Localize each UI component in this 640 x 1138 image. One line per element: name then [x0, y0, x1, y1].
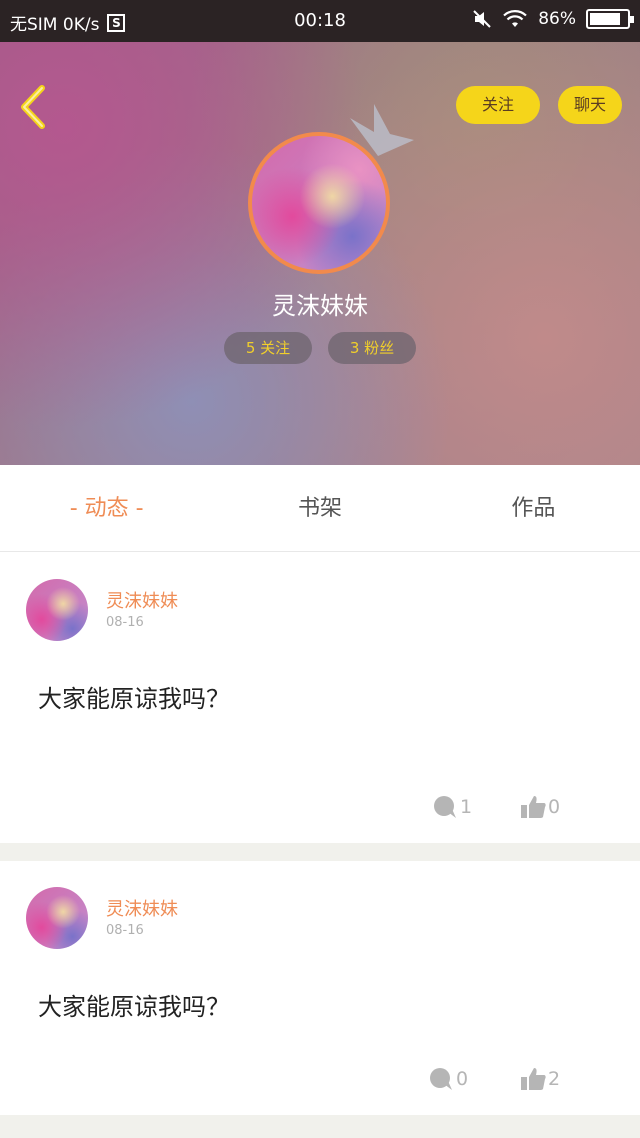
tab-bookshelf[interactable]: 书架	[213, 465, 426, 551]
thumbs-up-icon	[521, 796, 546, 818]
post-divider	[0, 1115, 640, 1138]
comment-button[interactable]: 0	[428, 1067, 468, 1091]
following-count[interactable]: 5 关注	[224, 332, 312, 364]
post-content: 大家能原谅我吗？	[38, 993, 230, 1021]
post-card[interactable]: 灵沫妹妹 08-16 大家能原谅我吗？ 1 0	[0, 553, 640, 843]
battery-percent: 86%	[538, 9, 576, 29]
mute-icon	[473, 10, 491, 28]
tab-works[interactable]: 作品	[427, 465, 640, 551]
chat-button[interactable]: 聊天	[558, 86, 622, 124]
comment-count: 0	[456, 1068, 469, 1090]
profile-avatar[interactable]	[248, 132, 390, 274]
profile-tabs: - 动态 - 书架 作品	[0, 465, 640, 552]
comment-button[interactable]: 1	[432, 795, 472, 819]
post-author-avatar[interactable]	[26, 887, 88, 949]
profile-header: 关注 聊天 灵沫妹妹 5 关注 3 粉丝	[0, 42, 640, 465]
post-author-name[interactable]: 灵沫妹妹	[106, 895, 178, 921]
battery-fill	[590, 13, 621, 25]
like-count: 0	[548, 796, 561, 818]
fans-count[interactable]: 3 粉丝	[328, 332, 416, 364]
post-date: 08-16	[106, 615, 144, 630]
comment-icon	[430, 1068, 452, 1090]
tab-activity[interactable]: - 动态 -	[0, 465, 213, 551]
follow-button[interactable]: 关注	[456, 86, 540, 124]
comment-count: 1	[460, 796, 473, 818]
post-author-name[interactable]: 灵沫妹妹	[106, 587, 178, 613]
like-count: 2	[548, 1068, 561, 1090]
like-button[interactable]: 2	[520, 1067, 560, 1091]
post-date: 08-16	[106, 923, 144, 938]
battery-icon	[586, 9, 634, 29]
comment-icon	[434, 796, 456, 818]
status-bar: 无SIM 0K/s S 00:18 86%	[0, 0, 640, 42]
profile-username: 灵沫妹妹	[272, 292, 368, 320]
back-arrow-icon	[21, 85, 45, 129]
thumbs-up-icon	[521, 1068, 546, 1090]
post-divider	[0, 843, 640, 861]
status-right: 86%	[472, 9, 634, 29]
wifi-icon	[503, 10, 527, 27]
post-content: 大家能原谅我吗？	[38, 685, 230, 713]
like-button[interactable]: 0	[520, 795, 560, 819]
post-card[interactable]: 灵沫妹妹 08-16 大家能原谅我吗？ 0 2	[0, 861, 640, 1115]
back-button[interactable]	[14, 82, 54, 132]
post-author-avatar[interactable]	[26, 579, 88, 641]
